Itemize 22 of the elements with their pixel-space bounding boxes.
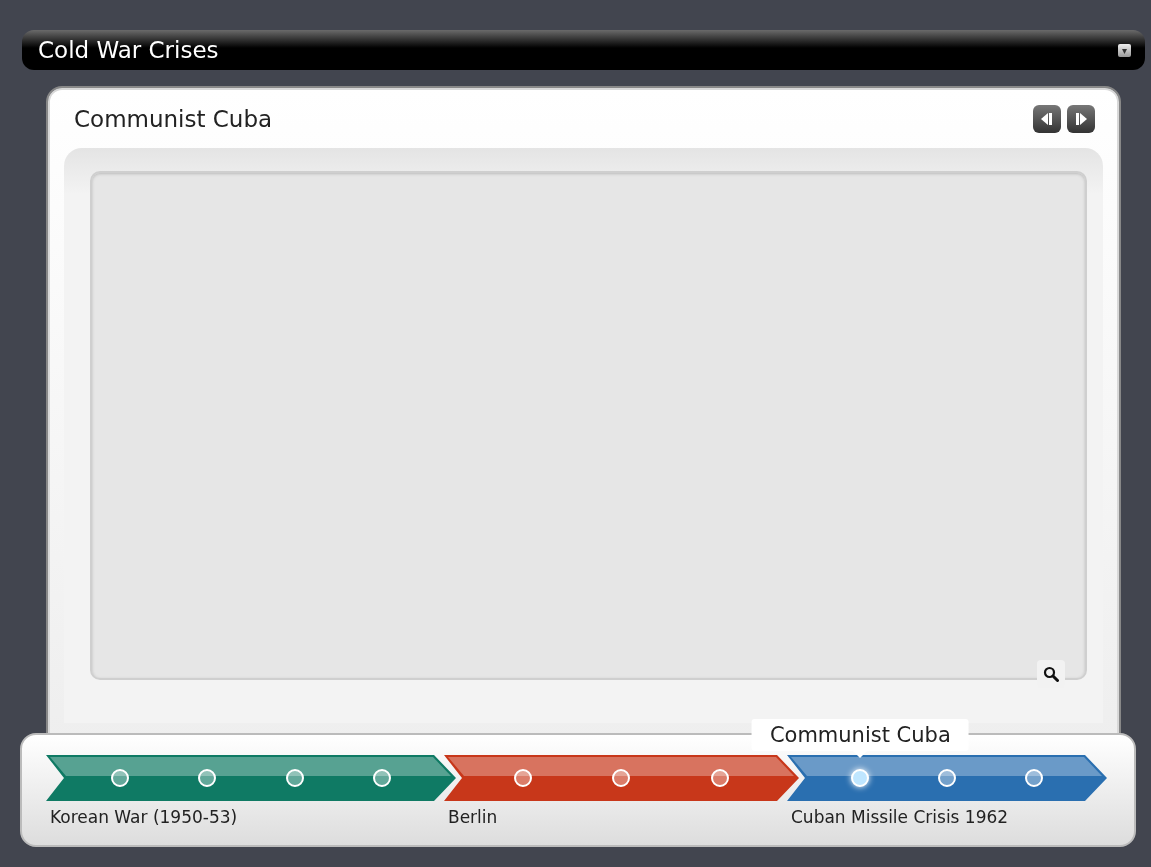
event-marker[interactable] <box>110 769 129 787</box>
app-title: Cold War Crises <box>38 37 219 63</box>
event-marker[interactable] <box>938 769 956 787</box>
segment-label: Cuban Missile Crisis 1962 <box>790 807 1010 827</box>
panel-title: Communist Cuba <box>74 106 273 132</box>
event-marker[interactable] <box>198 769 217 787</box>
event-marker[interactable] <box>1024 769 1043 787</box>
previous-icon <box>1039 111 1055 127</box>
event-marker[interactable] <box>285 769 304 787</box>
timeline-segment[interactable] <box>444 755 799 801</box>
timeline-segment[interactable] <box>787 755 1107 801</box>
event-marker[interactable] <box>373 769 392 787</box>
next-icon <box>1073 111 1089 127</box>
tooltip: Communist Cuba <box>751 719 969 751</box>
timeline-segment[interactable] <box>46 755 456 801</box>
event-marker[interactable] <box>710 769 729 787</box>
previous-button[interactable] <box>1033 105 1061 133</box>
event-marker[interactable] <box>612 769 631 787</box>
next-button[interactable] <box>1067 105 1095 133</box>
search-icon <box>1043 666 1059 682</box>
dropdown-button[interactable]: ▾ <box>1118 43 1131 57</box>
event-marker[interactable] <box>514 769 533 787</box>
